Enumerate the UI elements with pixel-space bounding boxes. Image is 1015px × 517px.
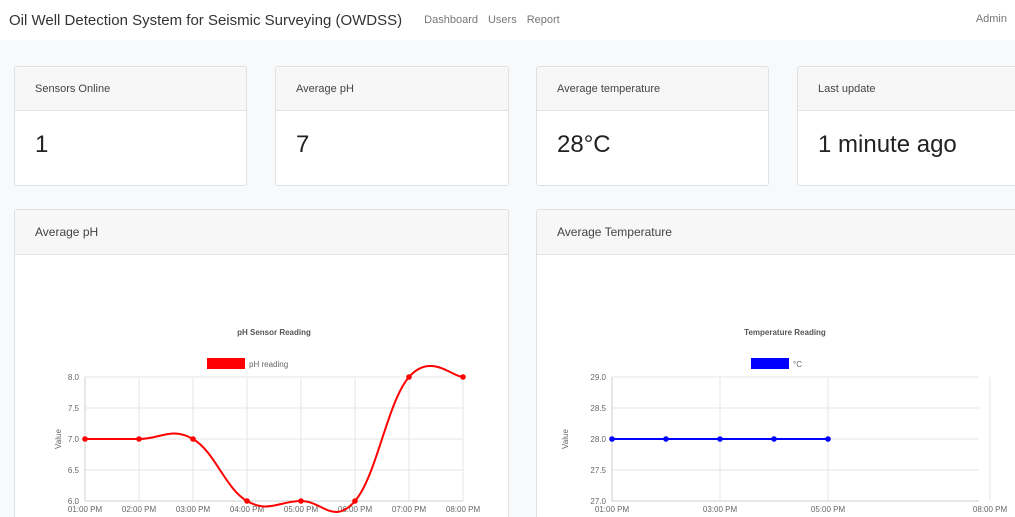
- data-point: [825, 436, 831, 442]
- ph-line-chart: 8.07.57.06.56.001:00 PM 02:00 PM 03:00 PM 0…: [54, 328, 481, 514]
- ph-chart-panel: Average pH 8.0 7.5 7.0 6.5 6.0 01:00 PM 02:00 …: [14, 209, 509, 517]
- legend-swatch: [207, 358, 245, 369]
- y-tick-label: 28.5: [590, 404, 606, 413]
- x-tick-label: 05:00 PM: [284, 505, 319, 514]
- x-tick-label: 01:00 PM: [595, 505, 630, 514]
- y-tick-label: 8.0: [68, 373, 80, 382]
- app-brand[interactable]: Oil Well Detection System for Seismic Su…: [9, 12, 402, 29]
- nav-link-users[interactable]: Users: [488, 14, 517, 26]
- data-point: [298, 498, 304, 504]
- panel-title-text: Average pH: [35, 225, 99, 239]
- panel-title-text: Average Temperature: [557, 225, 672, 239]
- user-menu[interactable]: Admin: [976, 13, 1007, 25]
- data-point: [460, 374, 466, 380]
- data-point: [352, 498, 358, 504]
- stat-card-average-temperature: Average temperature 28°C: [536, 66, 769, 186]
- stat-card-value: 1: [35, 131, 49, 158]
- data-point: [771, 436, 777, 442]
- stat-card-label: Sensors Online: [15, 67, 246, 111]
- y-axis-label: Value: [561, 429, 570, 449]
- x-tick-label: 03:00 PM: [176, 505, 211, 514]
- y-tick-label: 29.0: [590, 373, 606, 382]
- x-tick-label: 07:00 PM: [392, 505, 427, 514]
- x-tick-label: 08:00 PM: [446, 505, 481, 514]
- y-tick-label: 27.5: [590, 466, 606, 475]
- stat-card-sensors-online: Sensors Online 1: [14, 66, 247, 186]
- y-axis-label: Value: [54, 429, 63, 449]
- y-tick-label: 7.5: [68, 404, 80, 413]
- legend-label: °C: [793, 360, 802, 369]
- x-tick-label: 05:00 PM: [811, 505, 846, 514]
- stat-card-label: Average pH: [276, 67, 508, 111]
- stat-card-last-update: Last update 1 minute ago: [797, 66, 1015, 186]
- temperature-chart-panel: Average Temperature 29.0 28.5 28.0 27.5 27.0…: [536, 209, 1015, 517]
- data-point: [136, 436, 142, 442]
- y-tick-label: 7.0: [68, 435, 80, 444]
- y-tick-label: 6.5: [68, 466, 80, 475]
- chart-title: pH Sensor Reading: [237, 328, 311, 337]
- x-tick-label: 02:00 PM: [122, 505, 157, 514]
- navbar: Oil Well Detection System for Seismic Su…: [0, 0, 1015, 40]
- stat-card-average-ph: Average pH 7: [275, 66, 509, 186]
- stat-card-value: 1 minute ago: [818, 131, 957, 158]
- data-point: [609, 436, 615, 442]
- y-tick-label: 28.0: [590, 435, 606, 444]
- nav-link-dashboard[interactable]: Dashboard: [424, 14, 478, 26]
- x-tick-label: 08:00 PM: [973, 505, 1008, 514]
- stat-card-value: 28°C: [557, 131, 611, 158]
- stat-card-label: Last update: [798, 67, 1015, 111]
- x-tick-label: 03:00 PM: [703, 505, 738, 514]
- temperature-line-chart: 29.028.528.027.527.001:00 PM 03:00 PM 05:0…: [561, 328, 1008, 514]
- legend-swatch: [751, 358, 789, 369]
- data-point: [717, 436, 723, 442]
- panel-title: Average pH: [15, 210, 508, 255]
- stat-card-label: Average temperature: [537, 67, 768, 111]
- stat-card-value: 7: [296, 131, 310, 158]
- data-point: [190, 436, 196, 442]
- data-point: [406, 374, 412, 380]
- data-point: [82, 436, 88, 442]
- panel-title: Average Temperature: [537, 210, 1015, 255]
- chart-title: Temperature Reading: [744, 328, 826, 337]
- nav-link-report[interactable]: Report: [527, 14, 560, 26]
- data-point: [244, 498, 250, 504]
- data-point: [663, 436, 669, 442]
- legend-label: pH reading: [249, 360, 288, 369]
- x-tick-label: 01:00 PM: [68, 505, 103, 514]
